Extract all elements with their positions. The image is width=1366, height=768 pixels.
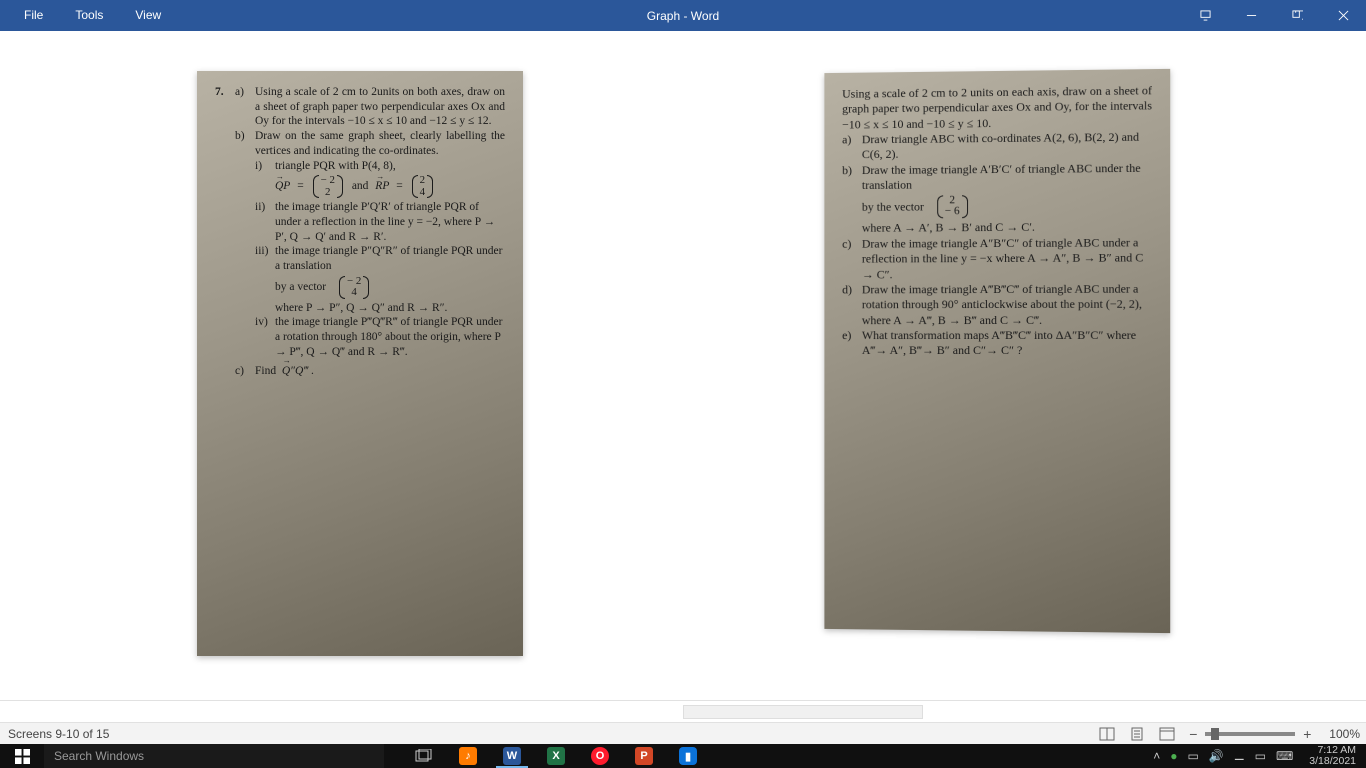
menu-tools[interactable]: Tools [59,0,119,31]
horizontal-scrollbar-area [0,700,1366,722]
menu-view[interactable]: View [119,0,177,31]
part-b-label: b) [235,129,255,158]
r-part-c-text: Draw the image triangle A″B″C″ of triang… [862,235,1152,282]
intro-text: Using a scale of 2 cm to 2 units on each… [842,83,1152,132]
r-part-e-text: What transformation maps A‴B‴C‴ into ΔA″… [862,328,1152,359]
windows-taskbar: Search Windows ♪ W X O P ▮ ˄ ● ▭ 🔊 ⚊ ▭ ⌨… [0,744,1366,768]
tray-wifi-icon[interactable]: ⚊ [1234,749,1245,763]
zoom-slider[interactable] [1205,732,1295,736]
document-viewport[interactable]: 7. a) Using a scale of 2 cm to 2units on… [0,31,1366,700]
opera-app-button[interactable]: O [578,744,622,768]
r-part-b-math: by the vector 2− 6 [862,193,1152,219]
page-image-right: Using a scale of 2 cm to 2 units on each… [824,69,1170,633]
part-biv-label: iv) [255,315,275,359]
system-tray: ˄ ● ▭ 🔊 ⚊ ▭ ⌨ 7:12 AM 3/18/2021 [1153,744,1366,768]
part-c-label: c) [235,364,255,379]
zoom-slider-thumb[interactable] [1211,728,1219,740]
part-b-text: Draw on the same graph sheet, clearly la… [255,129,505,158]
close-button[interactable] [1320,0,1366,31]
r-part-b-text: Draw the image triangle A′B′C′ of triang… [862,161,1152,194]
horizontal-scrollbar[interactable] [683,705,923,719]
question-number: 7. [215,85,235,129]
menu-bar: File Tools View [0,0,177,31]
search-placeholder: Search Windows [54,749,144,763]
part-biii-label: iii) [255,244,275,315]
zoom-in-button[interactable]: + [1301,726,1313,742]
screens-indicator[interactable]: Screens 9-10 of 15 [0,727,109,741]
clock-date: 3/18/2021 [1309,756,1356,767]
window-title: Graph - Word [0,9,1366,23]
menu-file[interactable]: File [8,0,59,31]
page-image-left: 7. a) Using a scale of 2 cm to 2units on… [197,71,523,656]
window-controls [1182,0,1366,31]
read-mode-icon[interactable] [1099,726,1115,742]
word-app-button[interactable]: W [490,744,534,768]
r-part-a-label: a) [842,132,862,163]
tray-security-icon[interactable]: ● [1170,749,1177,763]
zoom-out-button[interactable]: − [1187,726,1199,742]
part-biii-text: the image triangle P″Q″R″ of triangle PQ… [275,244,505,273]
taskbar-clock[interactable]: 7:12 AM 3/18/2021 [1303,745,1362,767]
search-box[interactable]: Search Windows [44,744,384,768]
view-mode-icons [1099,726,1175,742]
r-part-c-label: c) [842,236,862,282]
maximize-button[interactable] [1274,0,1320,31]
r-part-a-text: Draw triangle ABC with co-ordinates A(2,… [862,130,1152,163]
minimize-button[interactable] [1228,0,1274,31]
part-a-text: Using a scale of 2 cm to 2units on both … [255,85,505,129]
zoom-control: − + 100% [1187,726,1360,742]
powerpoint-app-button[interactable]: P [622,744,666,768]
part-bi-text: triangle PQR with P(4, 8), [275,159,505,174]
r-part-b-label: b) [842,163,862,237]
title-bar: File Tools View Graph - Word [0,0,1366,31]
r-part-d-text: Draw the image triangle A‴B‴C‴ of triang… [862,281,1152,328]
part-biv-text: the image triangle P‴Q‴R‴ of triangle PQ… [275,315,505,359]
start-button[interactable] [0,744,44,768]
taskbar-apps: ♪ W X O P ▮ [402,744,710,768]
tray-action-center-icon[interactable]: ▭ [1255,749,1266,763]
r-part-b-tail: where A → A′, B → B′ and C → C′. [862,220,1152,237]
part-bi-label: i) [255,159,275,201]
part-c-text: Find Q″Q‴ . [255,364,505,379]
web-layout-icon[interactable] [1159,726,1175,742]
task-view-button[interactable] [402,744,446,768]
r-part-d-label: d) [842,282,862,328]
ribbon-display-icon[interactable] [1182,0,1228,31]
part-bi-math: QP = − 22 and RP = 24 [275,175,505,198]
status-bar: Screens 9-10 of 15 − + 100% [0,722,1366,744]
tray-volume-icon[interactable]: 🔊 [1209,749,1224,763]
part-a-label: a) [235,85,255,129]
part-bii-label: ii) [255,200,275,244]
part-bii-text: the image triangle P′Q′R′ of triangle PQ… [275,200,505,244]
document-area: 7. a) Using a scale of 2 cm to 2units on… [0,31,1366,722]
music-app-button[interactable]: ♪ [446,744,490,768]
excel-app-button[interactable]: X [534,744,578,768]
tray-chevron-icon[interactable]: ˄ [1153,749,1160,763]
zoom-value[interactable]: 100% [1329,727,1360,741]
meet-app-button[interactable]: ▮ [666,744,710,768]
r-part-e-label: e) [842,328,862,359]
print-layout-icon[interactable] [1129,726,1145,742]
tray-keyboard-icon[interactable]: ⌨ [1276,749,1293,763]
part-biii-tail: where P → P″, Q → Q″ and R → R″. [275,301,505,316]
tray-battery-icon[interactable]: ▭ [1188,749,1199,763]
part-biii-math: by a vector − 24 [275,276,505,299]
